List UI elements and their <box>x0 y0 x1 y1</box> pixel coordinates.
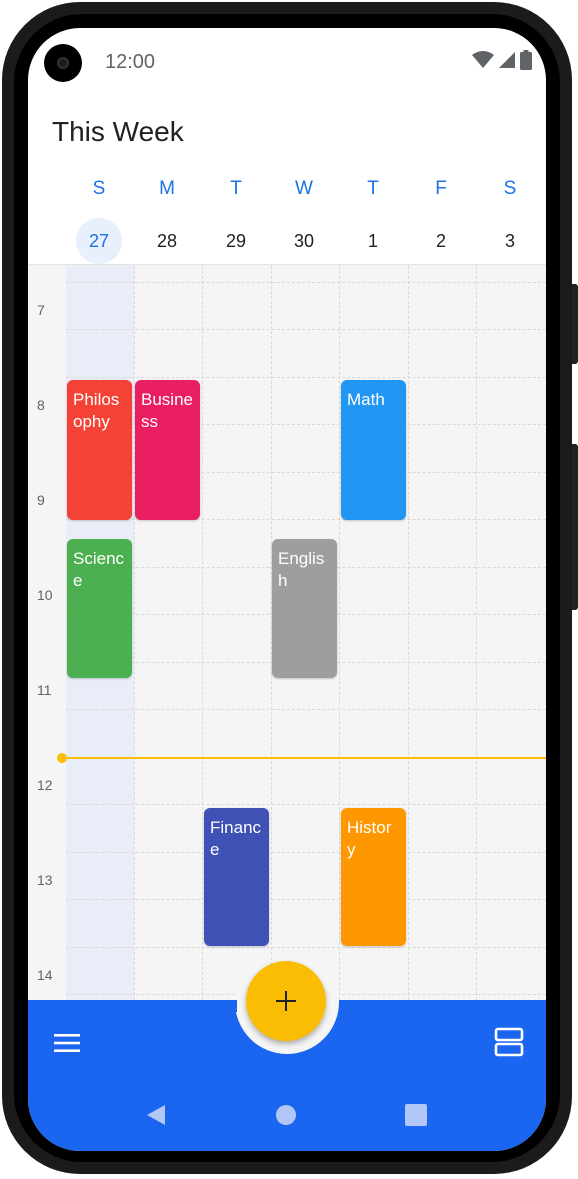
event-math[interactable]: Math <box>341 380 406 520</box>
app-screen: 12:00 This Week S 27 M 28 T 29 W 30 T 1 <box>28 28 546 1151</box>
system-navigation-bar <box>28 1088 546 1148</box>
page-title: This Week <box>52 116 184 147</box>
current-time-line <box>62 757 546 759</box>
event-english[interactable]: Englis h <box>272 539 337 678</box>
menu-icon <box>54 1034 80 1052</box>
day-letter: F <box>435 178 447 199</box>
grid-halfhour-line <box>66 804 546 805</box>
grid-halfhour-line <box>66 899 546 900</box>
day-date: 29 <box>225 231 247 251</box>
day-date: 27 <box>76 218 122 264</box>
grid-hour-line <box>66 852 546 853</box>
event-history[interactable]: Histor y <box>341 808 406 946</box>
hour-label: 12 <box>37 777 53 793</box>
back-triangle-icon[interactable] <box>144 1103 168 1127</box>
day-letter: S <box>503 178 517 199</box>
grid-halfhour-line <box>66 709 546 710</box>
battery-icon <box>520 50 532 70</box>
hour-label: 9 <box>37 492 45 508</box>
system-icons <box>472 50 532 70</box>
hour-label: 8 <box>37 397 45 413</box>
week-grid[interactable]: 7 8 9 10 11 12 13 14 Philos ophy Busine … <box>28 266 546 1000</box>
day-date: 3 <box>504 231 515 251</box>
day-letter: S <box>92 178 106 199</box>
event-science[interactable]: Scienc e <box>67 539 132 678</box>
view-agenda-icon <box>494 1027 524 1057</box>
day-date: 2 <box>435 231 446 251</box>
current-time-dot <box>57 753 67 763</box>
home-circle-icon[interactable] <box>275 1104 297 1126</box>
add-icon <box>276 991 296 1011</box>
day-column-header[interactable]: T 1 <box>339 174 407 264</box>
power-button <box>572 444 578 610</box>
grid-hour-line <box>66 947 546 948</box>
event-business[interactable]: Busine ss <box>135 380 200 520</box>
signal-icon <box>499 52 515 68</box>
grid-halfhour-line <box>66 329 546 330</box>
day-column-header[interactable]: F 2 <box>407 174 475 264</box>
recents-square-icon[interactable] <box>405 1104 427 1126</box>
event-finance[interactable]: Financ e <box>204 808 269 946</box>
view-toggle-button[interactable] <box>493 1026 525 1058</box>
hour-label: 7 <box>37 302 45 318</box>
day-letter: M <box>159 178 175 199</box>
day-date: 28 <box>156 231 178 251</box>
day-date: 1 <box>367 231 378 251</box>
hour-label: 13 <box>37 872 53 888</box>
wifi-icon <box>472 51 494 68</box>
day-date: 30 <box>293 231 315 251</box>
hour-label: 11 <box>37 682 52 698</box>
day-column-header[interactable]: S 27 <box>65 174 133 264</box>
status-bar: 12:00 <box>28 28 546 98</box>
week-header: S 27 M 28 T 29 W 30 T 1 F 2 S 3 <box>65 174 546 266</box>
day-column-header[interactable]: M 28 <box>133 174 201 264</box>
day-column-header[interactable]: W 30 <box>270 174 338 264</box>
status-time: 12:00 <box>105 51 156 73</box>
day-letter: T <box>230 178 242 199</box>
day-column-header[interactable]: T 29 <box>202 174 270 264</box>
front-camera <box>44 44 82 82</box>
day-column-header[interactable]: S 3 <box>476 174 544 264</box>
hour-label: 14 <box>37 967 53 983</box>
grid-hour-line <box>66 377 546 378</box>
day-letter: T <box>367 178 379 199</box>
day-letter: W <box>295 178 313 199</box>
hour-label: 10 <box>37 587 53 603</box>
grid-hour-line <box>66 282 546 283</box>
menu-button[interactable] <box>52 1030 82 1056</box>
add-event-button[interactable] <box>246 961 326 1041</box>
volume-button <box>572 284 578 364</box>
event-philosophy[interactable]: Philos ophy <box>67 380 132 520</box>
